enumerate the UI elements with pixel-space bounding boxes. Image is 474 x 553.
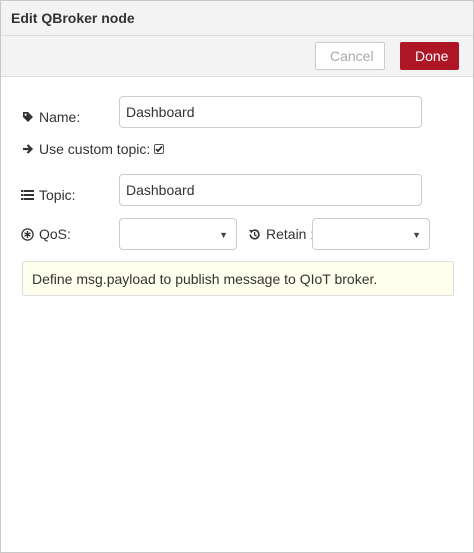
info-tip: Define msg.payload to publish message to… <box>22 261 454 296</box>
name-input[interactable] <box>119 96 422 128</box>
list-icon <box>21 189 34 202</box>
topic-row: Topic: <box>21 179 76 211</box>
dialog-title: Edit QBroker node <box>11 10 135 26</box>
tag-icon <box>21 111 34 124</box>
qos-row: QoS: <box>21 218 71 250</box>
topic-input[interactable] <box>119 174 422 206</box>
name-row: Name: <box>21 101 80 133</box>
retain-label-text: Retain : <box>266 226 315 242</box>
dialog-toolbar: Cancel Done <box>1 36 473 77</box>
retain-label: Retain : <box>248 226 314 242</box>
qos-label: QoS: <box>21 226 71 242</box>
cancel-button[interactable]: Cancel <box>315 42 385 70</box>
chevron-down-icon: ▼ <box>412 230 421 240</box>
name-label-text: Name: <box>39 109 81 125</box>
topic-label: Topic: <box>21 187 76 203</box>
topic-label-text: Topic: <box>39 187 76 203</box>
name-label: Name: <box>21 109 80 125</box>
asterisk-circle-icon <box>21 227 34 241</box>
history-icon <box>248 228 261 241</box>
dialog-titlebar: Edit QBroker node <box>1 1 473 36</box>
retain-select[interactable]: ▼ <box>312 218 430 250</box>
checkmark-icon <box>155 145 163 153</box>
custom-topic-checkbox[interactable] <box>154 144 165 154</box>
custom-topic-row: Use custom topic: <box>21 139 165 159</box>
chevron-down-icon: ▼ <box>219 230 228 240</box>
arrow-right-icon <box>21 143 34 156</box>
retain-label-group: Retain : <box>248 218 314 250</box>
qos-label-text: QoS: <box>39 226 71 242</box>
custom-topic-label: Use custom topic: <box>21 141 150 157</box>
edit-node-dialog: Edit QBroker node Cancel Done Name: Dash… <box>0 0 474 553</box>
custom-topic-label-text: Use custom topic: <box>39 141 151 157</box>
qos-select[interactable]: ▼ <box>119 218 237 250</box>
info-tip-text: Define msg.payload to publish message to… <box>32 270 378 287</box>
done-button[interactable]: Done <box>400 42 459 70</box>
